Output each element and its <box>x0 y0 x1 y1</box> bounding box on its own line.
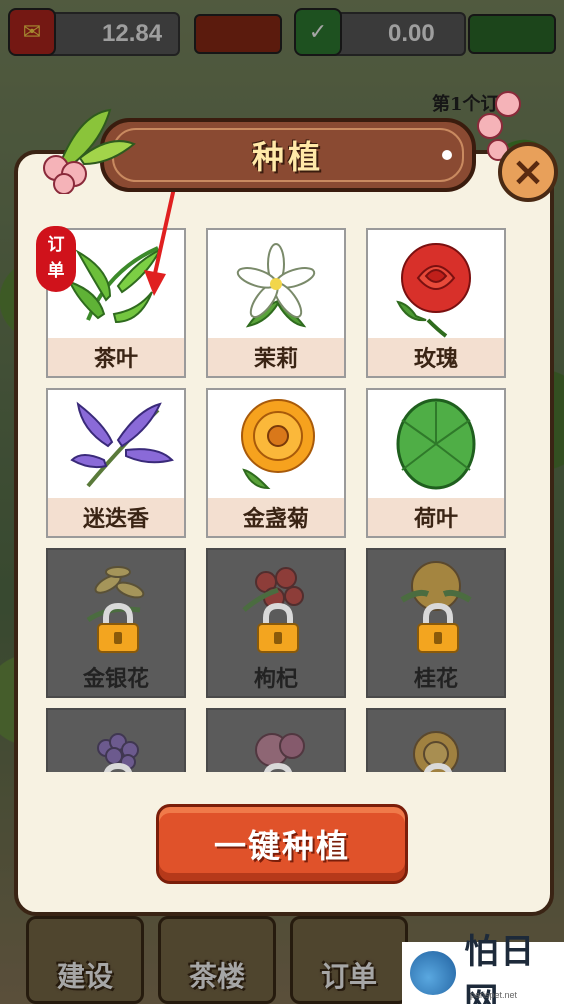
plant-label: 茶叶 <box>48 338 184 376</box>
plant-label: 迷迭香 <box>48 498 184 536</box>
ribbon-dot-icon <box>442 150 452 160</box>
lock-icon <box>104 762 132 772</box>
plant-label: 金盏菊 <box>208 498 344 536</box>
one-click-plant-label: 一键种植 <box>213 827 350 865</box>
modal-title: 种植 <box>251 138 324 176</box>
jasmine-icon <box>236 243 316 328</box>
calendula-icon <box>241 399 315 490</box>
plant-card-locked-10[interactable] <box>46 708 186 772</box>
watermark-logo-icon <box>410 951 457 995</box>
lock-icon <box>424 762 452 772</box>
order-badge: 订单 <box>36 226 76 292</box>
close-icon: × <box>511 149 545 195</box>
lock-icon <box>97 602 139 653</box>
lotus-leaf-icon <box>396 398 476 490</box>
plant-label: 茉莉 <box>208 338 344 376</box>
plant-label: 金银花 <box>48 658 184 696</box>
plant-label: 桂花 <box>368 658 504 696</box>
modal-title-ribbon: 种植 <box>100 118 476 192</box>
rose-icon <box>396 243 471 338</box>
plant-grid: 茶叶 茉莉 玫瑰 迷迭香 金盏菊 荷叶 金银花 枸杞 桂花 <box>46 228 508 772</box>
flower-decoration-icon <box>43 108 136 194</box>
plant-card-rose[interactable]: 玫瑰 <box>366 228 506 378</box>
plant-card-honeysuckle[interactable]: 金银花 <box>46 548 186 698</box>
plant-card-goji[interactable]: 枸杞 <box>206 548 346 698</box>
plant-card-calendula[interactable]: 金盏菊 <box>206 388 346 538</box>
one-click-plant-button[interactable]: 一键种植 <box>156 804 408 884</box>
plant-card-locked-12[interactable] <box>366 708 506 772</box>
watermark-subtext: parispet.net <box>470 990 518 1000</box>
plant-card-osmanthus[interactable]: 桂花 <box>366 548 506 698</box>
plant-card-jasmine[interactable]: 茉莉 <box>206 228 346 378</box>
rosemary-icon <box>70 401 174 488</box>
plant-card-locked-11[interactable] <box>206 708 346 772</box>
lock-icon <box>264 762 292 772</box>
lock-icon <box>417 602 459 653</box>
lock-icon <box>257 602 299 653</box>
plant-label: 枸杞 <box>208 658 344 696</box>
plant-label: 玫瑰 <box>368 338 504 376</box>
plant-label: 荷叶 <box>368 498 504 536</box>
close-button[interactable]: × <box>498 142 558 202</box>
plant-card-lotus-leaf[interactable]: 荷叶 <box>366 388 506 538</box>
plant-card-rosemary[interactable]: 迷迭香 <box>46 388 186 538</box>
